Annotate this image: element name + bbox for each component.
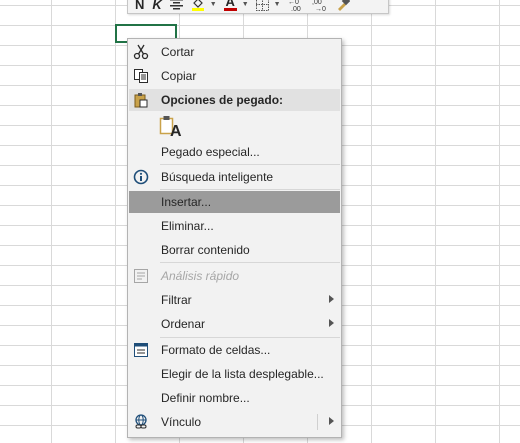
increase-decimal-button[interactable]: ←0,00 bbox=[285, 0, 307, 13]
mini-toolbar: N K ▼ A ▼ ▼ ←0,00 ,00 →0 bbox=[127, 0, 389, 14]
menu-separator bbox=[160, 164, 340, 165]
borders-icon bbox=[255, 0, 269, 11]
menu-item-label: Eliminar... bbox=[161, 219, 214, 233]
paste-keep-text-option[interactable]: A bbox=[159, 115, 182, 140]
smart-lookup-icon bbox=[133, 169, 149, 185]
decrease-decimal-button[interactable]: ,00 →0 bbox=[309, 0, 331, 13]
decrease-decimal-icon: ,00→0 bbox=[312, 0, 326, 11]
svg-text:→0: →0 bbox=[315, 6, 326, 11]
menu-item-label: Insertar... bbox=[161, 195, 212, 209]
menu-item-formato-celdas[interactable]: Formato de celdas... bbox=[129, 339, 340, 361]
split-separator bbox=[317, 414, 318, 430]
font-color-swatch bbox=[223, 8, 237, 11]
menu-item-elegir-lista[interactable]: Elegir de la lista desplegable... bbox=[129, 363, 340, 385]
menu-separator bbox=[160, 189, 340, 190]
menu-item-label: Definir nombre... bbox=[161, 391, 250, 405]
menu-item-label: Filtrar bbox=[161, 293, 192, 307]
quick-analysis-icon bbox=[133, 268, 149, 284]
menu-item-vinculo[interactable]: Vínculo bbox=[129, 411, 340, 433]
font-color-letter: A bbox=[225, 0, 235, 9]
menu-item-label: Pegado especial... bbox=[161, 145, 260, 159]
menu-item-cortar[interactable]: Cortar bbox=[129, 41, 340, 63]
menu-item-label: Copiar bbox=[161, 69, 197, 83]
menu-separator bbox=[160, 337, 340, 338]
fill-color-dropdown-icon[interactable]: ▼ bbox=[210, 1, 219, 8]
borders-dropdown-icon[interactable]: ▼ bbox=[274, 1, 283, 8]
menu-header-label: Opciones de pegado: bbox=[161, 93, 284, 107]
font-color-button[interactable]: A bbox=[221, 0, 240, 13]
menu-item-definir-nombre[interactable]: Definir nombre... bbox=[129, 387, 340, 409]
menu-item-label: Borrar contenido bbox=[161, 243, 250, 257]
link-icon bbox=[133, 414, 149, 430]
menu-item-ordenar[interactable]: Ordenar bbox=[129, 313, 340, 335]
menu-item-borrar-contenido[interactable]: Borrar contenido bbox=[129, 239, 340, 261]
align-center-button[interactable] bbox=[167, 0, 186, 13]
menu-item-label: Elegir de la lista desplegable... bbox=[161, 367, 324, 381]
svg-text:,00: ,00 bbox=[291, 6, 301, 11]
menu-item-label: Vínculo bbox=[161, 415, 202, 429]
copy-icon bbox=[133, 68, 149, 84]
menu-separator bbox=[160, 262, 340, 263]
increase-decimal-icon: ←0,00 bbox=[288, 0, 301, 11]
format-cells-icon bbox=[133, 342, 149, 358]
menu-item-label: Análisis rápido bbox=[161, 269, 240, 283]
italic-button[interactable]: K bbox=[149, 0, 164, 13]
paste-icon bbox=[133, 92, 149, 108]
scissors-icon bbox=[133, 44, 149, 60]
menu-item-label: Formato de celdas... bbox=[161, 343, 271, 357]
menu-item-label: Búsqueda inteligente bbox=[161, 170, 274, 184]
format-painter-button[interactable] bbox=[333, 0, 353, 13]
paste-option-letter: A bbox=[170, 123, 182, 140]
align-center-icon bbox=[169, 1, 183, 9]
format-painter-icon bbox=[337, 0, 350, 11]
submenu-arrow-icon bbox=[329, 295, 334, 303]
borders-button[interactable] bbox=[253, 0, 272, 13]
fill-color-button[interactable] bbox=[188, 0, 208, 13]
menu-item-copiar[interactable]: Copiar bbox=[129, 65, 340, 87]
menu-item-busqueda-inteligente[interactable]: Búsqueda inteligente bbox=[129, 166, 340, 188]
menu-item-label: Cortar bbox=[161, 45, 195, 59]
menu-item-label: Ordenar bbox=[161, 317, 206, 331]
submenu-arrow-icon bbox=[329, 319, 334, 327]
fill-bucket-icon bbox=[191, 0, 204, 11]
menu-item-eliminar[interactable]: Eliminar... bbox=[129, 215, 340, 237]
bold-button[interactable]: N bbox=[132, 0, 147, 13]
font-color-dropdown-icon[interactable]: ▼ bbox=[242, 1, 251, 8]
context-menu: Cortar Copiar Opciones de pegado: A Pega… bbox=[127, 38, 342, 438]
menu-item-pegado-especial[interactable]: Pegado especial... bbox=[129, 141, 340, 163]
menu-item-filtrar[interactable]: Filtrar bbox=[129, 289, 340, 311]
menu-item-insertar[interactable]: Insertar... bbox=[129, 191, 340, 213]
menu-item-analisis-rapido: Análisis rápido bbox=[129, 265, 340, 287]
submenu-arrow-icon[interactable] bbox=[329, 417, 334, 425]
menu-header-opciones-pegado: Opciones de pegado: bbox=[129, 89, 340, 111]
